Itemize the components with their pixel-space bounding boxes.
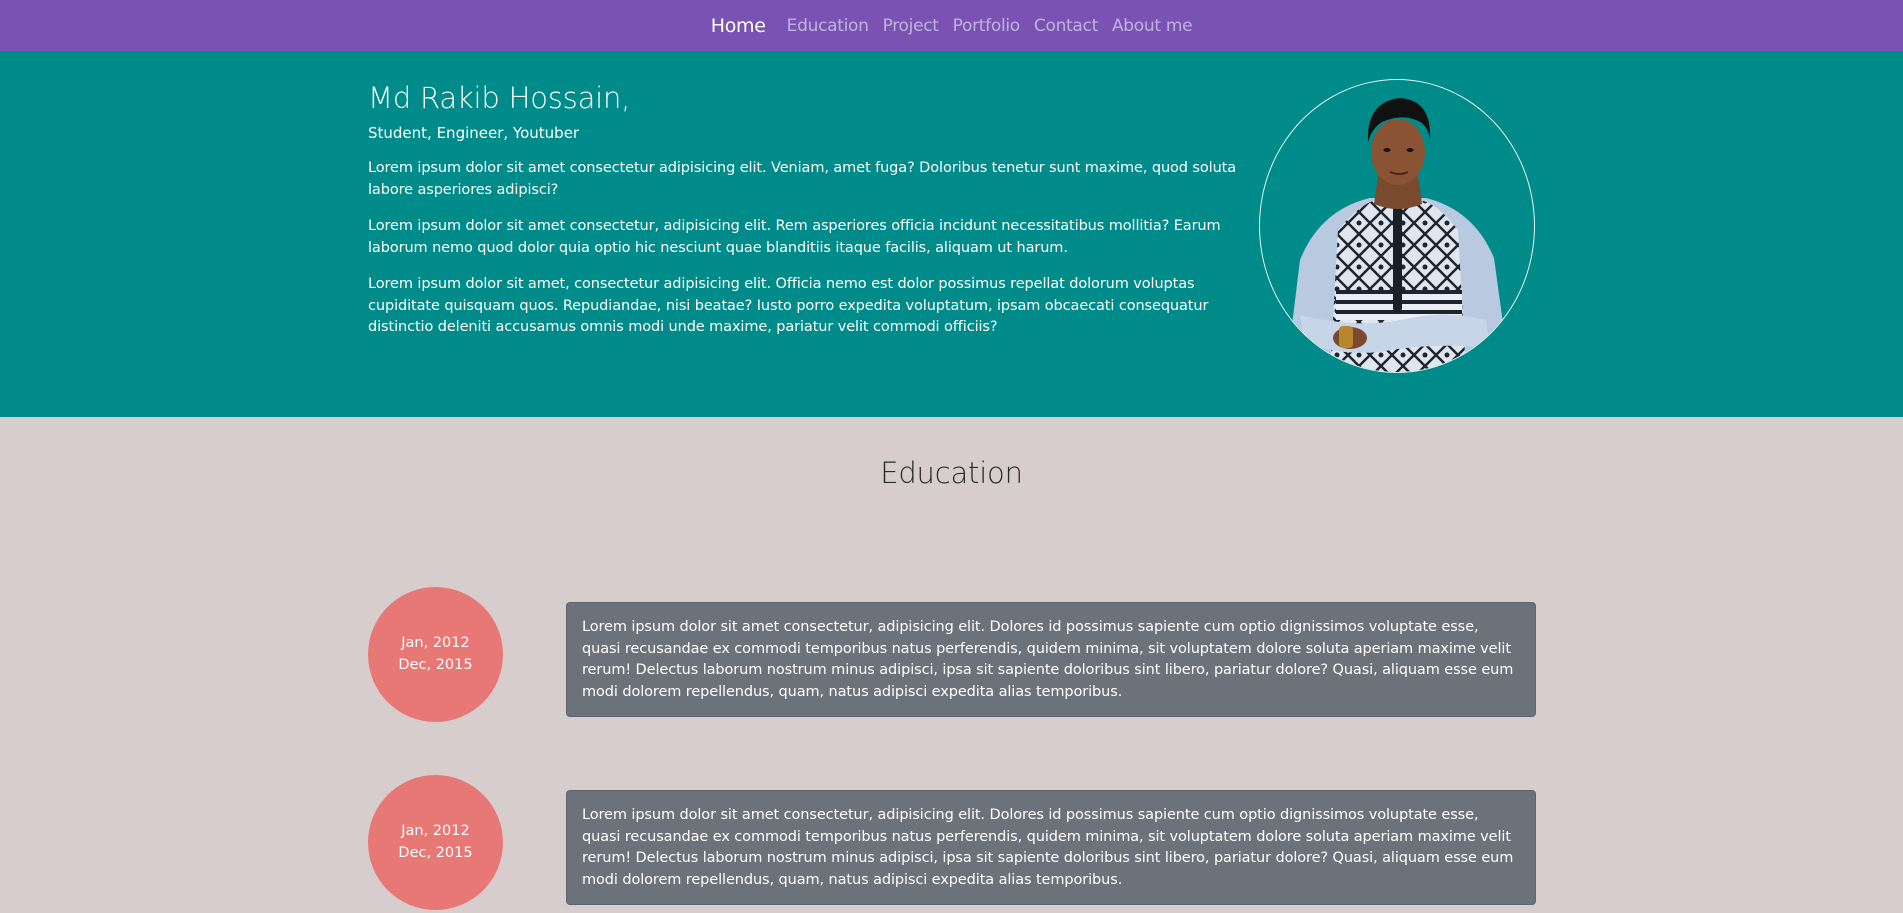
profile-photo xyxy=(1259,79,1535,373)
hero-text: Md Rakib Hossain, Student, Engineer, You… xyxy=(368,78,1238,339)
education-heading: Education xyxy=(880,456,1023,490)
education-entry: Jan, 2012 Dec, 2015 Lorem ipsum dolor si… xyxy=(368,587,1536,723)
hero-paragraph-2: Lorem ipsum dolor sit amet consectetur, … xyxy=(368,218,1221,256)
education-entry: Jan, 2012 Dec, 2015 Lorem ipsum dolor si… xyxy=(368,775,1536,911)
nav-link-project[interactable]: Project xyxy=(876,16,946,36)
nav-link-portfolio[interactable]: Portfolio xyxy=(946,16,1027,36)
hero-name: Md Rakib Hossain, xyxy=(368,81,631,115)
nav-link-about-me[interactable]: About me xyxy=(1105,16,1199,36)
education-description: Lorem ipsum dolor sit amet consectetur, … xyxy=(582,807,1514,888)
hero-paragraph-3: Lorem ipsum dolor sit amet, consectetur … xyxy=(368,276,1209,335)
date-start: Jan, 2012 xyxy=(401,823,470,839)
date-end: Dec, 2015 xyxy=(398,656,473,673)
hero-section: Md Rakib Hossain, Student, Engineer, You… xyxy=(0,51,1903,417)
hero-paragraph-1: Lorem ipsum dolor sit amet consectetur a… xyxy=(368,160,1237,198)
date-circle: Jan, 2012 Dec, 2015 xyxy=(368,775,503,910)
education-card: Lorem ipsum dolor sit amet consectetur, … xyxy=(566,790,1536,905)
education-card: Lorem ipsum dolor sit amet consectetur, … xyxy=(566,602,1536,717)
nav-list: Home Education Project Portfolio Contact… xyxy=(704,15,1200,37)
hero-roles: Student, Engineer, Youtuber xyxy=(368,124,580,142)
date-circle: Jan, 2012 Dec, 2015 xyxy=(368,587,503,722)
date-start: Jan, 2012 xyxy=(401,635,470,651)
nav-link-home[interactable]: Home xyxy=(704,15,780,37)
nav-link-education[interactable]: Education xyxy=(780,16,876,36)
nav-link-contact[interactable]: Contact xyxy=(1027,16,1105,36)
top-navbar: Home Education Project Portfolio Contact… xyxy=(0,0,1903,51)
education-description: Lorem ipsum dolor sit amet consectetur, … xyxy=(582,619,1514,700)
profile-photo-illustration xyxy=(1286,98,1510,372)
date-end: Dec, 2015 xyxy=(398,844,473,861)
